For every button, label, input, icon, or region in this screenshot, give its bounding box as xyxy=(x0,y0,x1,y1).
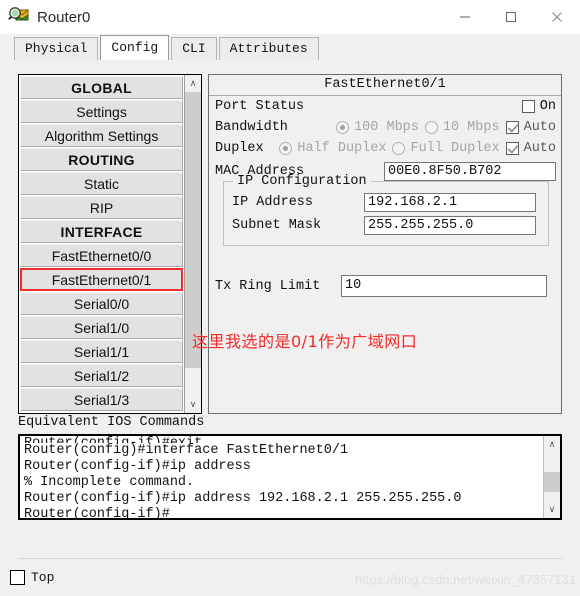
watermark-text: https://blog.csdn.net/weixin_47357131 xyxy=(354,572,576,587)
port-status-checkbox[interactable] xyxy=(521,100,535,113)
ip-address-input[interactable]: 192.168.2.1 xyxy=(364,193,536,212)
ios-line: Router(config-if)#exit xyxy=(24,436,543,443)
footer-divider xyxy=(18,558,562,559)
mac-address-input[interactable]: 00E0.8F50.B702 xyxy=(384,161,556,181)
tx-ring-limit-input[interactable]: 10 xyxy=(341,275,547,297)
tab-cli[interactable]: CLI xyxy=(171,37,217,60)
ip-address-label: IP Address xyxy=(232,195,314,210)
packet-tracer-router-icon xyxy=(8,6,30,28)
ios-scrollbar[interactable]: ∧ ∨ xyxy=(543,436,560,518)
title-bar: Router0 xyxy=(0,0,580,34)
top-checkbox-group[interactable]: Top xyxy=(10,570,54,585)
window-title: Router0 xyxy=(37,8,91,26)
sidebar-header-interface: INTERFACE xyxy=(20,220,184,243)
top-checkbox[interactable] xyxy=(10,570,25,585)
duplex-full-label: Full Duplex xyxy=(410,141,500,156)
bandwidth-10mbps-radio[interactable] xyxy=(424,121,438,134)
sidebar-scrollbar[interactable]: ∧ ∨ xyxy=(184,75,201,413)
duplex-full-radio[interactable] xyxy=(392,142,406,155)
interface-title: FastEthernet0/1 xyxy=(209,75,561,96)
footer-bar: Top https://blog.csdn.net/weixin_4735713… xyxy=(0,562,580,596)
ip-configuration-legend: IP Configuration xyxy=(233,174,371,189)
bandwidth-10mbps-label: 10 Mbps xyxy=(442,120,500,135)
window-controls xyxy=(442,0,580,34)
ios-scroll-thumb[interactable] xyxy=(544,472,560,492)
duplex-label: Duplex xyxy=(215,141,264,156)
duplex-half-radio[interactable] xyxy=(279,142,293,155)
equivalent-ios-commands-label: Equivalent IOS Commands xyxy=(18,415,205,430)
port-status-label: Port Status xyxy=(215,99,305,114)
sidebar-header-routing: ROUTING xyxy=(20,148,184,171)
sidebar-item-static[interactable]: Static xyxy=(20,172,184,195)
subnet-mask-label: Subnet Mask xyxy=(232,218,322,233)
tab-config[interactable]: Config xyxy=(100,35,170,60)
ip-configuration-group: IP Configuration IP Address 192.168.2.1 … xyxy=(223,174,549,246)
config-content: GLOBAL Settings Algorithm Settings ROUTI… xyxy=(0,60,580,560)
port-status-row: Port Status On xyxy=(209,96,561,117)
maximize-button[interactable] xyxy=(488,0,534,34)
ios-scroll-track[interactable] xyxy=(544,453,560,501)
tab-physical[interactable]: Physical xyxy=(14,37,99,60)
bandwidth-auto-label: Auto xyxy=(523,120,556,135)
sidebar-header-global: GLOBAL xyxy=(20,76,184,99)
sidebar-item-serial1-1[interactable]: Serial1/1 xyxy=(20,340,184,363)
close-button[interactable] xyxy=(534,0,580,34)
tab-bar: Physical Config CLI Attributes xyxy=(0,34,580,60)
ios-commands-box: Router(config-if)#exit Router(config)#in… xyxy=(18,434,562,520)
bandwidth-100mbps-radio[interactable] xyxy=(336,121,350,134)
sidebar-item-list: GLOBAL Settings Algorithm Settings ROUTI… xyxy=(19,75,185,413)
tx-ring-limit-row: Tx Ring Limit 10 xyxy=(215,275,555,297)
tx-ring-limit-label: Tx Ring Limit xyxy=(215,278,321,294)
scroll-up-icon[interactable]: ∧ xyxy=(185,75,201,92)
duplex-auto-checkbox[interactable] xyxy=(505,142,519,155)
ios-scroll-down-icon[interactable]: ∨ xyxy=(544,501,560,518)
ios-line: % Incomplete command. xyxy=(24,475,195,490)
top-label: Top xyxy=(31,570,55,585)
ios-scroll-up-icon[interactable]: ∧ xyxy=(544,436,560,453)
bandwidth-auto-checkbox[interactable] xyxy=(505,121,519,134)
subnet-mask-row: Subnet Mask 255.255.255.0 xyxy=(232,214,540,237)
bandwidth-label: Bandwidth xyxy=(215,120,288,135)
sidebar-item-fastethernet0-1[interactable]: FastEthernet0/1 xyxy=(20,268,184,291)
scroll-down-icon[interactable]: ∨ xyxy=(185,396,201,413)
sidebar-scroll-thumb[interactable] xyxy=(185,92,201,368)
config-sidebar: GLOBAL Settings Algorithm Settings ROUTI… xyxy=(18,74,202,414)
red-annotation-text: 这里我选的是0/1作为广域网口 xyxy=(192,332,418,351)
duplex-auto-label: Auto xyxy=(523,141,556,156)
tab-attributes[interactable]: Attributes xyxy=(218,37,319,60)
sidebar-item-fastethernet0-0[interactable]: FastEthernet0/0 xyxy=(20,244,184,267)
bandwidth-row: Bandwidth 100 Mbps 10 Mbps Auto xyxy=(209,117,561,138)
interface-config-panel: FastEthernet0/1 Port Status On Bandwidth… xyxy=(208,74,562,414)
ios-line: Router(config-if)#ip address xyxy=(24,459,251,474)
sidebar-item-serial0-0[interactable]: Serial0/0 xyxy=(20,292,184,315)
duplex-row: Duplex Half Duplex Full Duplex Auto xyxy=(209,138,561,159)
sidebar-item-algorithm-settings[interactable]: Algorithm Settings xyxy=(20,124,184,147)
ios-commands-text[interactable]: Router(config-if)#exit Router(config)#in… xyxy=(20,436,543,518)
ios-line: Router(config-if)#ip address 192.168.2.1… xyxy=(24,491,462,506)
subnet-mask-input[interactable]: 255.255.255.0 xyxy=(364,216,536,235)
sidebar-item-serial1-3[interactable]: Serial1/3 xyxy=(20,388,184,411)
port-status-on-label: On xyxy=(539,99,556,114)
ios-line: Router(config-if)# xyxy=(24,507,170,518)
ios-line: Router(config)#interface FastEthernet0/1 xyxy=(24,443,349,458)
duplex-half-label: Half Duplex xyxy=(297,141,387,156)
sidebar-item-serial1-2[interactable]: Serial1/2 xyxy=(20,364,184,387)
sidebar-item-settings[interactable]: Settings xyxy=(20,100,184,123)
bandwidth-100mbps-label: 100 Mbps xyxy=(354,120,419,135)
sidebar-item-serial1-0[interactable]: Serial1/0 xyxy=(20,316,184,339)
ip-address-row: IP Address 192.168.2.1 xyxy=(232,191,540,214)
minimize-button[interactable] xyxy=(442,0,488,34)
sidebar-item-rip[interactable]: RIP xyxy=(20,196,184,219)
